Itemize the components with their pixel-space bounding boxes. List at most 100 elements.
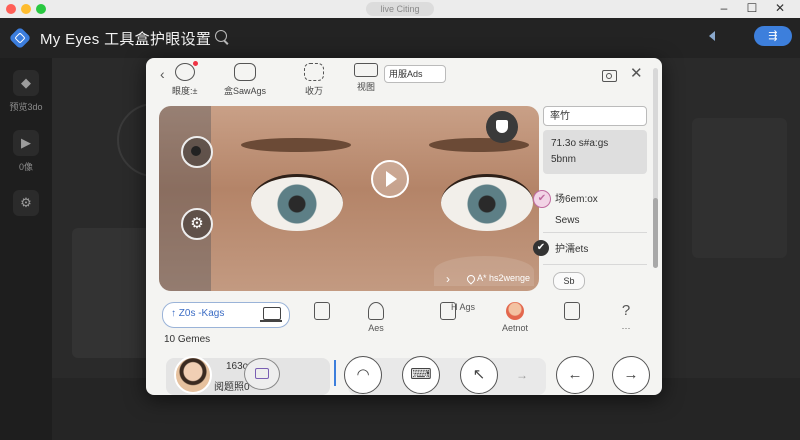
tool-label: Aes xyxy=(368,323,384,333)
toolbar-item-speech[interactable]: 盒SawAgs xyxy=(224,63,266,97)
preview-side-panel xyxy=(159,106,211,291)
minimize-window-button[interactable] xyxy=(21,4,31,14)
eye-graphic xyxy=(251,174,343,231)
side-panel-card[interactable]: 71.3o s#a:gs 5bnm xyxy=(543,130,647,174)
segment-active-label[interactable]: ↑ Z0s -Kags xyxy=(171,308,224,319)
screenshot-icon[interactable] xyxy=(602,70,617,82)
tool-item[interactable] xyxy=(314,302,330,320)
mode-segment[interactable]: ↑ Z0s -Kags xyxy=(162,302,290,328)
frame-icon xyxy=(304,63,324,81)
rail-item-play[interactable]: ▶ 0像 xyxy=(0,130,52,173)
tool-item[interactable]: H Ags xyxy=(421,302,476,320)
toolbar-label: 眼度:± xyxy=(172,86,198,96)
item-count: 10 Gemes xyxy=(164,334,211,345)
chat-bubble-icon xyxy=(174,61,198,81)
preview-location-label: A* hs2wenge xyxy=(477,273,531,283)
settings-side-panel: 率竹 71.3o s#a:gs 5bnm ✔ 场6em:ox Sews ✔ 护濡… xyxy=(533,106,651,290)
toolbar-item-view[interactable]: 视图 xyxy=(354,63,378,93)
card-line: 71.3o s#a:gs xyxy=(551,138,609,149)
window-titlebar: live Citing – ☐ ✕ xyxy=(0,0,800,18)
tool-row: ↑ Z0s -Kags Aes H Ags Aetnot ? ··· xyxy=(146,298,662,338)
side-panel-row[interactable]: ✔ 场6em:ox Sews xyxy=(533,190,647,233)
dialog-toolbar: ‹ 眼度:± 盒SawAgs 收万 视图 用服Ads ✕ xyxy=(146,58,662,104)
eye-settings-dialog: ‹ 眼度:± 盒SawAgs 收万 视图 用服Ads ✕ ⚙ › A* hs2w… xyxy=(146,58,662,395)
document-dollar-icon xyxy=(314,302,330,320)
tool-item[interactable] xyxy=(564,302,580,320)
divider xyxy=(334,360,336,386)
play-icon[interactable] xyxy=(371,160,409,198)
row-title: 场6em:ox xyxy=(555,194,598,205)
maximize-icon[interactable]: ☐ xyxy=(740,0,764,18)
grid-doc-icon xyxy=(564,302,580,320)
shield-icon[interactable] xyxy=(486,111,518,143)
side-panel-button[interactable]: Sb xyxy=(553,272,585,290)
toolbar-label: 视图 xyxy=(356,82,375,92)
gear-icon[interactable]: ⚙ xyxy=(181,208,213,240)
bottom-controls: 163o 阅题照0 ◠ ⌨ ↖ → ← → xyxy=(162,354,650,395)
rail-item-label: 0像 xyxy=(18,162,33,172)
laptop-icon[interactable] xyxy=(260,307,282,322)
tool-item[interactable]: Aes xyxy=(368,302,384,333)
toolbar-label: 盒SawAgs xyxy=(224,86,267,96)
user-line: 阅题照0 xyxy=(214,382,250,393)
check-circle-icon[interactable]: ✔ xyxy=(533,190,551,208)
rail-item-label: 预览3do xyxy=(9,102,43,112)
forward-icon[interactable]: → xyxy=(612,356,650,394)
left-rail: ◆ 预览3do ▶ 0像 ⚙ xyxy=(0,58,52,440)
close-dialog-icon[interactable]: ✕ xyxy=(630,64,643,82)
user-card[interactable]: 163o 阅题照0 xyxy=(166,356,330,395)
side-panel-input[interactable]: 率竹 xyxy=(543,106,647,126)
card-line: 5bnm xyxy=(551,154,577,165)
tool-item[interactable]: ? ··· xyxy=(618,302,634,333)
rail-item-settings[interactable]: ⚙ xyxy=(0,190,52,216)
toolbar-search-field[interactable]: 用服Ads xyxy=(384,65,446,83)
app-logo-icon xyxy=(8,26,32,50)
play-icon: ▶ xyxy=(13,130,39,156)
back-icon[interactable]: ← xyxy=(556,356,594,394)
toolbar-item-brightness[interactable]: 眼度:± xyxy=(172,61,198,97)
tool-label: H Ags xyxy=(451,302,476,312)
settings-icon: ⚙ xyxy=(13,190,39,216)
tool-item[interactable]: Aetnot xyxy=(502,302,528,333)
eye-graphic xyxy=(441,174,533,231)
record-icon[interactable] xyxy=(181,136,213,168)
side-panel-row[interactable]: ✔ 护濡ets xyxy=(533,240,647,265)
row-subtitle: Sews xyxy=(555,215,580,226)
help-icon: ? xyxy=(621,302,631,319)
speech-icon xyxy=(234,63,257,81)
toolbar-label: 收万 xyxy=(304,86,323,96)
tool-label: ··· xyxy=(621,323,631,333)
search-icon[interactable] xyxy=(215,30,227,42)
background-card xyxy=(692,118,787,258)
app-title: My Eyes 工具盒护眼设置 xyxy=(40,31,212,48)
avatar-sticker-icon xyxy=(506,302,525,320)
chevron-right-icon[interactable]: › xyxy=(446,272,450,286)
scrollbar-thumb[interactable] xyxy=(653,198,658,268)
arrow-right-icon: → xyxy=(516,368,528,382)
keyboard-icon[interactable]: ⌨ xyxy=(402,356,440,394)
pointer-icon[interactable]: ↖ xyxy=(460,356,498,394)
wifi-icon[interactable]: ◠ xyxy=(344,356,382,394)
avatar[interactable] xyxy=(174,356,212,394)
minimize-icon[interactable]: – xyxy=(712,0,736,18)
keyboard-icon xyxy=(354,63,378,77)
header-menu-button[interactable]: ⇶ xyxy=(754,26,792,46)
rail-item-preview[interactable]: ◆ 预览3do xyxy=(0,70,52,113)
app-header: My Eyes 工具盒护眼设置 ⇶ xyxy=(0,18,800,58)
brow-graphic xyxy=(241,138,351,152)
row-title: 护濡ets xyxy=(555,244,589,255)
toolbar-item-frame[interactable]: 收万 xyxy=(304,63,324,97)
plant-icon xyxy=(368,302,384,320)
collapse-left-icon[interactable] xyxy=(709,31,715,41)
zoom-window-button[interactable] xyxy=(36,4,46,14)
close-icon[interactable]: ✕ xyxy=(768,0,792,18)
camera-preview[interactable]: ⚙ › A* hs2wenge xyxy=(159,106,539,291)
background-card xyxy=(72,228,152,358)
back-icon[interactable]: ‹ xyxy=(160,66,165,82)
window-title: live Citing xyxy=(366,2,434,16)
cast-icon[interactable] xyxy=(244,358,280,390)
close-window-button[interactable] xyxy=(6,4,16,14)
brow-graphic xyxy=(429,138,529,152)
check-circle-icon[interactable]: ✔ xyxy=(533,240,549,256)
tool-label: Aetnot xyxy=(502,323,529,333)
